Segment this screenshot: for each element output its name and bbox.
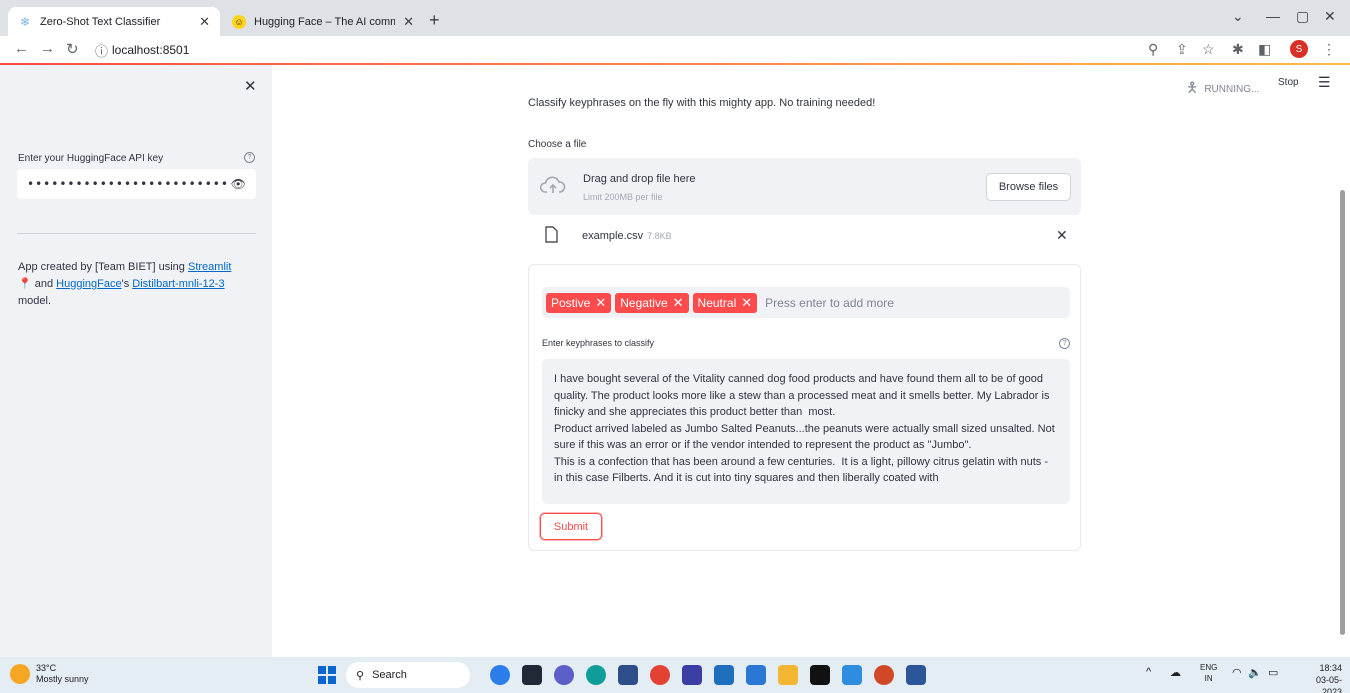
remove-tag-icon[interactable]: ✕ (673, 295, 684, 311)
chrome-icon[interactable] (650, 665, 670, 685)
hugging-face-favicon-icon: ☺ (232, 14, 246, 29)
keyphrases-textarea[interactable]: I have bought several of the Vitality ca… (542, 359, 1070, 504)
share-icon[interactable]: ⇪ (1176, 41, 1188, 58)
remove-tag-icon[interactable]: ✕ (741, 295, 752, 311)
new-tab-icon[interactable]: + (429, 10, 440, 31)
sidebar-divider (17, 233, 256, 234)
windows-start-icon[interactable] (318, 666, 336, 684)
cloud-upload-icon (540, 176, 566, 193)
file-icon (545, 226, 558, 243)
teams-chat-icon[interactable] (554, 665, 574, 685)
zoom-icon[interactable]: ⚲ (1148, 41, 1158, 58)
store-icon[interactable] (618, 665, 638, 685)
browser-menu-icon[interactable]: ⋮ (1322, 41, 1336, 58)
show-password-eye-icon[interactable]: 👁 (231, 177, 246, 191)
close-tab-icon[interactable]: ✕ (403, 14, 414, 30)
running-man-icon: 🯅 (1186, 79, 1199, 95)
remove-file-icon[interactable]: ✕ (1056, 227, 1068, 244)
tag-input-placeholder[interactable]: Press enter to add more (765, 296, 894, 310)
powerpoint-icon[interactable] (874, 665, 894, 685)
mail-icon[interactable] (714, 665, 734, 685)
close-tab-icon[interactable]: ✕ (199, 14, 210, 30)
labels-tag-input[interactable]: Postive ✕ Negative ✕ Neutral ✕ Press enter … (542, 287, 1070, 318)
running-status: 🯅 RUNNING... (1186, 77, 1259, 101)
uploaded-file-row: example.csv 7.8KB ✕ (528, 222, 1081, 252)
pushpin-icon: 📍 (18, 278, 32, 290)
close-window-icon[interactable]: ✕ (1324, 8, 1336, 25)
windows-taskbar: 33°C Mostly sunny ⚲ Search ^ ☁ ENG IN ◠ … (0, 657, 1350, 693)
sidebar: ✕ Enter your HuggingFace API key ? 👁 App… (0, 65, 272, 657)
uploaded-file-size: 7.8KB (647, 231, 672, 241)
bookmark-star-icon[interactable]: ☆ (1202, 41, 1215, 58)
site-info-icon[interactable]: ⓘ (95, 41, 108, 60)
temperature: 33°C (36, 663, 57, 673)
label-tag: Postive ✕ (546, 292, 612, 313)
edge-icon[interactable] (586, 665, 606, 685)
vscode-icon[interactable] (842, 665, 862, 685)
minimize-icon[interactable]: — (1266, 8, 1280, 24)
word-icon[interactable] (906, 665, 926, 685)
browse-files-button[interactable]: Browse files (986, 173, 1071, 201)
file-explorer-icon[interactable] (778, 665, 798, 685)
file-dropzone[interactable]: Drag and drop file here Limit 200MB per … (528, 158, 1081, 215)
api-key-field[interactable]: 👁 (17, 169, 256, 199)
reload-icon[interactable]: ↻ (66, 40, 79, 58)
bing-app-icon[interactable] (490, 665, 510, 685)
hamburger-menu-icon[interactable]: ☰ (1318, 74, 1331, 91)
netflix-icon[interactable] (810, 665, 830, 685)
prime-video-icon[interactable] (746, 665, 766, 685)
wifi-icon[interactable]: ◠ (1232, 666, 1242, 679)
api-key-input[interactable] (27, 177, 231, 191)
dropzone-limit: Limit 200MB per file (583, 192, 663, 202)
page-scrollbar[interactable] (1340, 190, 1345, 635)
profile-avatar[interactable]: S (1290, 40, 1308, 58)
remove-tag-icon[interactable]: ✕ (595, 295, 606, 311)
label-tag: Negative ✕ (615, 292, 689, 313)
taskbar-search[interactable]: ⚲ Search (346, 662, 470, 688)
sidebar-close-icon[interactable]: ✕ (244, 77, 257, 95)
address-bar: ← → ↻ ⓘ localhost:8501 ⚲ ⇪ ☆ ✱ ◧ ⋮ (0, 36, 1350, 64)
weather-condition: Mostly sunny (36, 674, 89, 684)
url-field[interactable]: localhost:8501 (112, 43, 189, 57)
keyphrases-label: Enter keyphrases to classify (542, 338, 655, 348)
battery-icon[interactable]: ▭ (1268, 666, 1278, 679)
dropzone-title: Drag and drop file here (583, 173, 696, 185)
file-uploader-label: Choose a file (528, 139, 587, 150)
maximize-icon[interactable]: ▢ (1296, 8, 1309, 25)
stop-button[interactable]: Stop (1278, 77, 1299, 88)
volume-icon[interactable]: 🔈 (1248, 666, 1262, 679)
distilbart-link[interactable]: Distilbart-mnli-12-3 (132, 278, 224, 290)
extensions-puzzle-icon[interactable]: ✱ (1232, 41, 1244, 58)
tab-zero-shot-classifier[interactable]: ❄ Zero-Shot Text Classifier ✕ (8, 7, 220, 36)
uploaded-file-name: example.csv (582, 230, 644, 242)
page-tagline: Classify keyphrases on the fly with this… (528, 97, 876, 109)
sidebar-credits: App created by [Team BIET] using Streaml… (18, 261, 232, 307)
sun-weather-icon (10, 664, 30, 684)
classify-form: Postive ✕ Negative ✕ Neutral ✕ Press enter … (528, 264, 1081, 551)
streamlit-favicon-icon: ❄ (19, 14, 31, 29)
submit-button[interactable]: Submit (540, 513, 602, 540)
search-icon: ⚲ (356, 669, 365, 682)
onedrive-cloud-icon[interactable]: ☁ (1170, 666, 1181, 679)
side-panel-icon[interactable]: ◧ (1258, 41, 1271, 58)
weather-widget[interactable]: 33°C Mostly sunny (10, 663, 89, 685)
huggingface-link[interactable]: HuggingFace (56, 278, 121, 290)
back-arrow-icon[interactable]: ← (14, 40, 29, 57)
browser-tab-bar: ❄ Zero-Shot Text Classifier ✕ ☺ Hugging … (0, 0, 1350, 36)
amazon-music-icon[interactable] (682, 665, 702, 685)
streamlit-link[interactable]: Streamlit (188, 261, 231, 273)
tab-hugging-face[interactable]: ☺ Hugging Face – The AI communi ✕ (222, 7, 424, 36)
tray-chevron-up-icon[interactable]: ^ (1146, 666, 1151, 678)
help-icon[interactable]: ? (244, 152, 255, 163)
help-icon[interactable]: ? (1059, 338, 1070, 349)
label-tag: Neutral ✕ (692, 292, 758, 313)
taskbar-clock[interactable]: 18:34 03-05-2023 (1296, 662, 1342, 693)
task-view-icon[interactable] (522, 665, 542, 685)
api-key-label: Enter your HuggingFace API key (18, 153, 164, 164)
language-indicator[interactable]: ENG IN (1200, 662, 1217, 684)
tab-search-chevron-icon[interactable]: ⌄ (1232, 8, 1244, 25)
forward-arrow-icon[interactable]: → (40, 40, 55, 57)
